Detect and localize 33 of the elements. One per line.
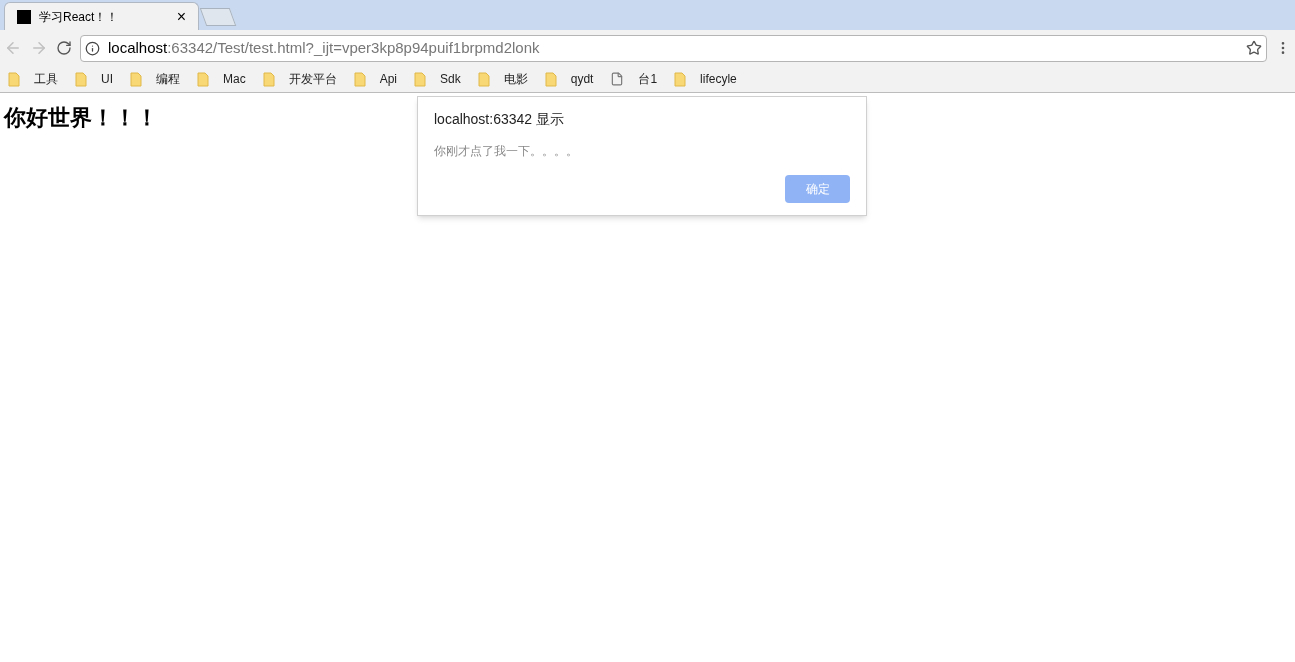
page-icon	[610, 72, 625, 86]
close-icon[interactable]: ×	[176, 4, 186, 29]
folder-icon	[414, 71, 426, 87]
folder-icon	[197, 71, 209, 87]
folder-icon	[130, 71, 142, 87]
reload-icon[interactable]	[56, 40, 72, 56]
bookmark-link[interactable]: 电影	[503, 70, 528, 88]
bookmark-link[interactable]: qydt	[570, 70, 594, 88]
dialog-title: localhost:63342 显示	[434, 110, 565, 129]
folder-icon	[8, 71, 20, 87]
bookmark-link[interactable]: lifecyle	[700, 70, 737, 88]
bookmark-link[interactable]: Mac	[223, 70, 246, 88]
folder-icon	[544, 71, 557, 87]
bookmark-link[interactable]: 台1	[638, 70, 658, 88]
bookmark-link[interactable]: Sdk	[440, 70, 461, 88]
folder-icon	[262, 71, 275, 87]
bookmark-link[interactable]: 开发平台	[288, 70, 337, 88]
address-bar[interactable]: localhost:63342/Test/test.html?_ijt=vper3kp8p94puif1brpmd2lonk	[80, 34, 1267, 62]
info-icon	[85, 40, 100, 56]
folder-icon	[477, 71, 490, 87]
bookmark-star-icon[interactable]	[1246, 40, 1262, 56]
tab-title: 学习React！！	[39, 8, 120, 26]
browser-tab[interactable]: 学习React！！ ×	[4, 2, 199, 30]
bookmark-link[interactable]: 工具	[34, 70, 58, 88]
url-text: localhost:63342/Test/test.html?_ijt=vper3kp8p94puif1brpmd2lonk	[108, 37, 541, 58]
bookmark-link[interactable]: UI	[101, 70, 113, 88]
page-heading: 你好世界！！！	[4, 104, 158, 132]
bookmark-link[interactable]: 编程	[156, 70, 180, 88]
folder-icon	[75, 71, 87, 87]
folder-icon	[353, 71, 366, 87]
bookmark-link[interactable]: Api	[379, 70, 397, 88]
folder-icon	[674, 71, 687, 87]
dialog-message: 你刚才点了我一下。。。。	[434, 143, 579, 160]
